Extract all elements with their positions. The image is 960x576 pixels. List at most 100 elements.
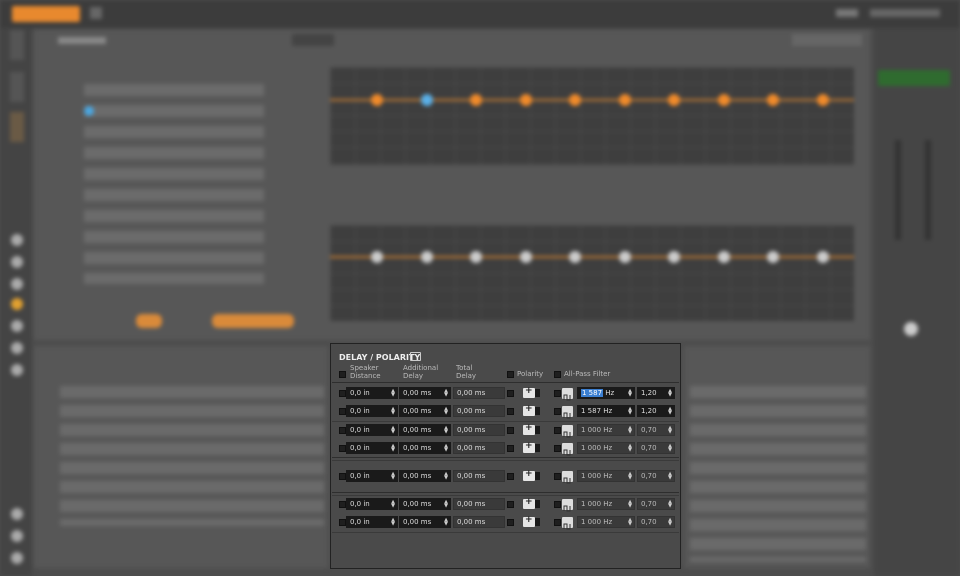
- stepper-icon[interactable]: ▲ ▼: [628, 500, 632, 509]
- stepper-icon[interactable]: ▲ ▼: [628, 472, 632, 481]
- speaker-distance-field[interactable]: 0,0 in ▲ ▼: [346, 516, 398, 528]
- eq-node[interactable]: [817, 251, 829, 263]
- allpass-q-field[interactable]: 0,70 ▲ ▼: [637, 498, 675, 510]
- allpass-filter-icon[interactable]: [562, 471, 573, 484]
- eq-node-selected[interactable]: [421, 94, 433, 106]
- sidebar-tab-2[interactable]: [10, 72, 24, 102]
- eq-node[interactable]: [371, 94, 383, 106]
- eq-dropdown[interactable]: [292, 34, 334, 46]
- volume-slider-right[interactable]: [925, 140, 931, 240]
- sidebar-icon-8[interactable]: [11, 508, 23, 520]
- polarity-row-checkbox[interactable]: [507, 408, 514, 415]
- eq-node[interactable]: [470, 94, 482, 106]
- sidebar-icon-4[interactable]: [11, 298, 23, 310]
- row-checkbox[interactable]: [339, 390, 346, 397]
- additional-delay-field[interactable]: 0,00 ms ▲ ▼: [399, 470, 451, 482]
- allpass-q-field[interactable]: 0,70 ▲ ▼: [637, 470, 675, 482]
- sidebar-icon-10[interactable]: [11, 552, 23, 564]
- polarity-plus-icon[interactable]: [523, 423, 535, 435]
- eq-node[interactable]: [619, 94, 631, 106]
- speaker-distance-field[interactable]: 0,0 in ▲ ▼: [346, 424, 398, 436]
- allpass-q-field[interactable]: 0,70 ▲ ▼: [637, 516, 675, 528]
- stepper-icon[interactable]: ▲ ▼: [668, 407, 672, 416]
- sidebar-icon-5[interactable]: [11, 320, 23, 332]
- stepper-icon[interactable]: ▲ ▼: [391, 389, 395, 398]
- stepper-icon[interactable]: ▲ ▼: [444, 389, 448, 398]
- stepper-icon[interactable]: ▲ ▼: [668, 518, 672, 527]
- stepper-icon[interactable]: ▲ ▼: [628, 426, 632, 435]
- additional-delay-field[interactable]: 0,00 ms ▲ ▼: [399, 442, 451, 454]
- allpass-frequency-field[interactable]: 1 000 Hz ▲ ▼: [577, 498, 635, 510]
- stepper-icon[interactable]: ▲ ▼: [668, 444, 672, 453]
- speaker-distance-field[interactable]: 0,0 in ▲ ▼: [346, 498, 398, 510]
- link-buttons[interactable]: [212, 314, 294, 328]
- allpass-filter-icon[interactable]: [562, 517, 573, 530]
- row-checkbox[interactable]: [339, 445, 346, 452]
- polarity-checkbox[interactable]: [507, 371, 514, 378]
- stepper-icon[interactable]: ▲ ▼: [668, 472, 672, 481]
- allpass-row-checkbox[interactable]: [554, 408, 561, 415]
- stepper-icon[interactable]: ▲ ▼: [444, 407, 448, 416]
- eq-node[interactable]: [767, 251, 779, 263]
- allpass-filter-icon[interactable]: [562, 425, 573, 438]
- polarity-row-checkbox[interactable]: [507, 390, 514, 397]
- speaker-distance-field[interactable]: 0,0 in ▲ ▼: [346, 405, 398, 417]
- stepper-icon[interactable]: ▲ ▼: [628, 444, 632, 453]
- allpass-q-field[interactable]: 1,20 ▲ ▼: [637, 405, 675, 417]
- eq-node[interactable]: [718, 251, 730, 263]
- polarity-toggle[interactable]: [535, 500, 540, 508]
- polarity-plus-icon[interactable]: [523, 515, 535, 527]
- stepper-icon[interactable]: ▲ ▼: [668, 500, 672, 509]
- allpass-frequency-field[interactable]: 1 000 Hz ▲ ▼: [577, 516, 635, 528]
- allpass-checkbox[interactable]: [554, 371, 561, 378]
- polarity-row-checkbox[interactable]: [507, 427, 514, 434]
- eq-node[interactable]: [569, 94, 581, 106]
- allpass-row-checkbox[interactable]: [554, 501, 561, 508]
- sidebar-icon-1[interactable]: [11, 234, 23, 246]
- row-checkbox[interactable]: [339, 473, 346, 480]
- polarity-row-checkbox[interactable]: [507, 473, 514, 480]
- stepper-icon[interactable]: ▲ ▼: [444, 472, 448, 481]
- volume-slider-left[interactable]: [895, 140, 901, 240]
- additional-delay-field[interactable]: 0,00 ms ▲ ▼: [399, 405, 451, 417]
- master-knob[interactable]: [904, 322, 918, 336]
- sidebar-icon-3[interactable]: [11, 278, 23, 290]
- stepper-icon[interactable]: ▲ ▼: [628, 389, 632, 398]
- stepper-icon[interactable]: ▲ ▼: [668, 389, 672, 398]
- allpass-frequency-field[interactable]: 1 000 Hz ▲ ▼: [577, 442, 635, 454]
- eq-node[interactable]: [520, 94, 532, 106]
- home-icon[interactable]: [90, 7, 102, 19]
- additional-delay-field[interactable]: 0,00 ms ▲ ▼: [399, 498, 451, 510]
- polarity-row-checkbox[interactable]: [507, 501, 514, 508]
- allpass-q-field[interactable]: 0,70 ▲ ▼: [637, 424, 675, 436]
- stepper-icon[interactable]: ▲ ▼: [391, 518, 395, 527]
- allpass-row-checkbox[interactable]: [554, 427, 561, 434]
- eq-node[interactable]: [767, 94, 779, 106]
- additional-delay-field[interactable]: 0,00 ms ▲ ▼: [399, 424, 451, 436]
- polarity-plus-icon[interactable]: [523, 404, 535, 416]
- stepper-icon[interactable]: ▲ ▼: [444, 426, 448, 435]
- stepper-icon[interactable]: ▲ ▼: [391, 500, 395, 509]
- stepper-icon[interactable]: ▲ ▼: [444, 444, 448, 453]
- allpass-frequency-field[interactable]: 1 000 Hz ▲ ▼: [577, 424, 635, 436]
- graph-icon[interactable]: [410, 352, 421, 361]
- row-checkbox[interactable]: [339, 501, 346, 508]
- polarity-toggle[interactable]: [535, 518, 540, 526]
- eq-node[interactable]: [619, 251, 631, 263]
- row-checkbox[interactable]: [339, 408, 346, 415]
- row-checkbox[interactable]: [339, 519, 346, 526]
- stepper-icon[interactable]: ▲ ▼: [628, 518, 632, 527]
- stepper-icon[interactable]: ▲ ▼: [668, 426, 672, 435]
- stepper-icon[interactable]: ▲ ▼: [444, 500, 448, 509]
- allpass-row-checkbox[interactable]: [554, 473, 561, 480]
- allpass-filter-icon[interactable]: [562, 388, 573, 401]
- eq-node[interactable]: [569, 251, 581, 263]
- polarity-row-checkbox[interactable]: [507, 445, 514, 452]
- stepper-icon[interactable]: ▲ ▼: [444, 518, 448, 527]
- allpass-frequency-field[interactable]: 1 000 Hz ▲ ▼: [577, 470, 635, 482]
- polarity-toggle[interactable]: [535, 407, 540, 415]
- stepper-icon[interactable]: ▲ ▼: [391, 444, 395, 453]
- allpass-filter-icon[interactable]: [562, 499, 573, 512]
- allpass-frequency-field[interactable]: 1 587 Hz ▲ ▼: [577, 405, 635, 417]
- eq-node[interactable]: [371, 251, 383, 263]
